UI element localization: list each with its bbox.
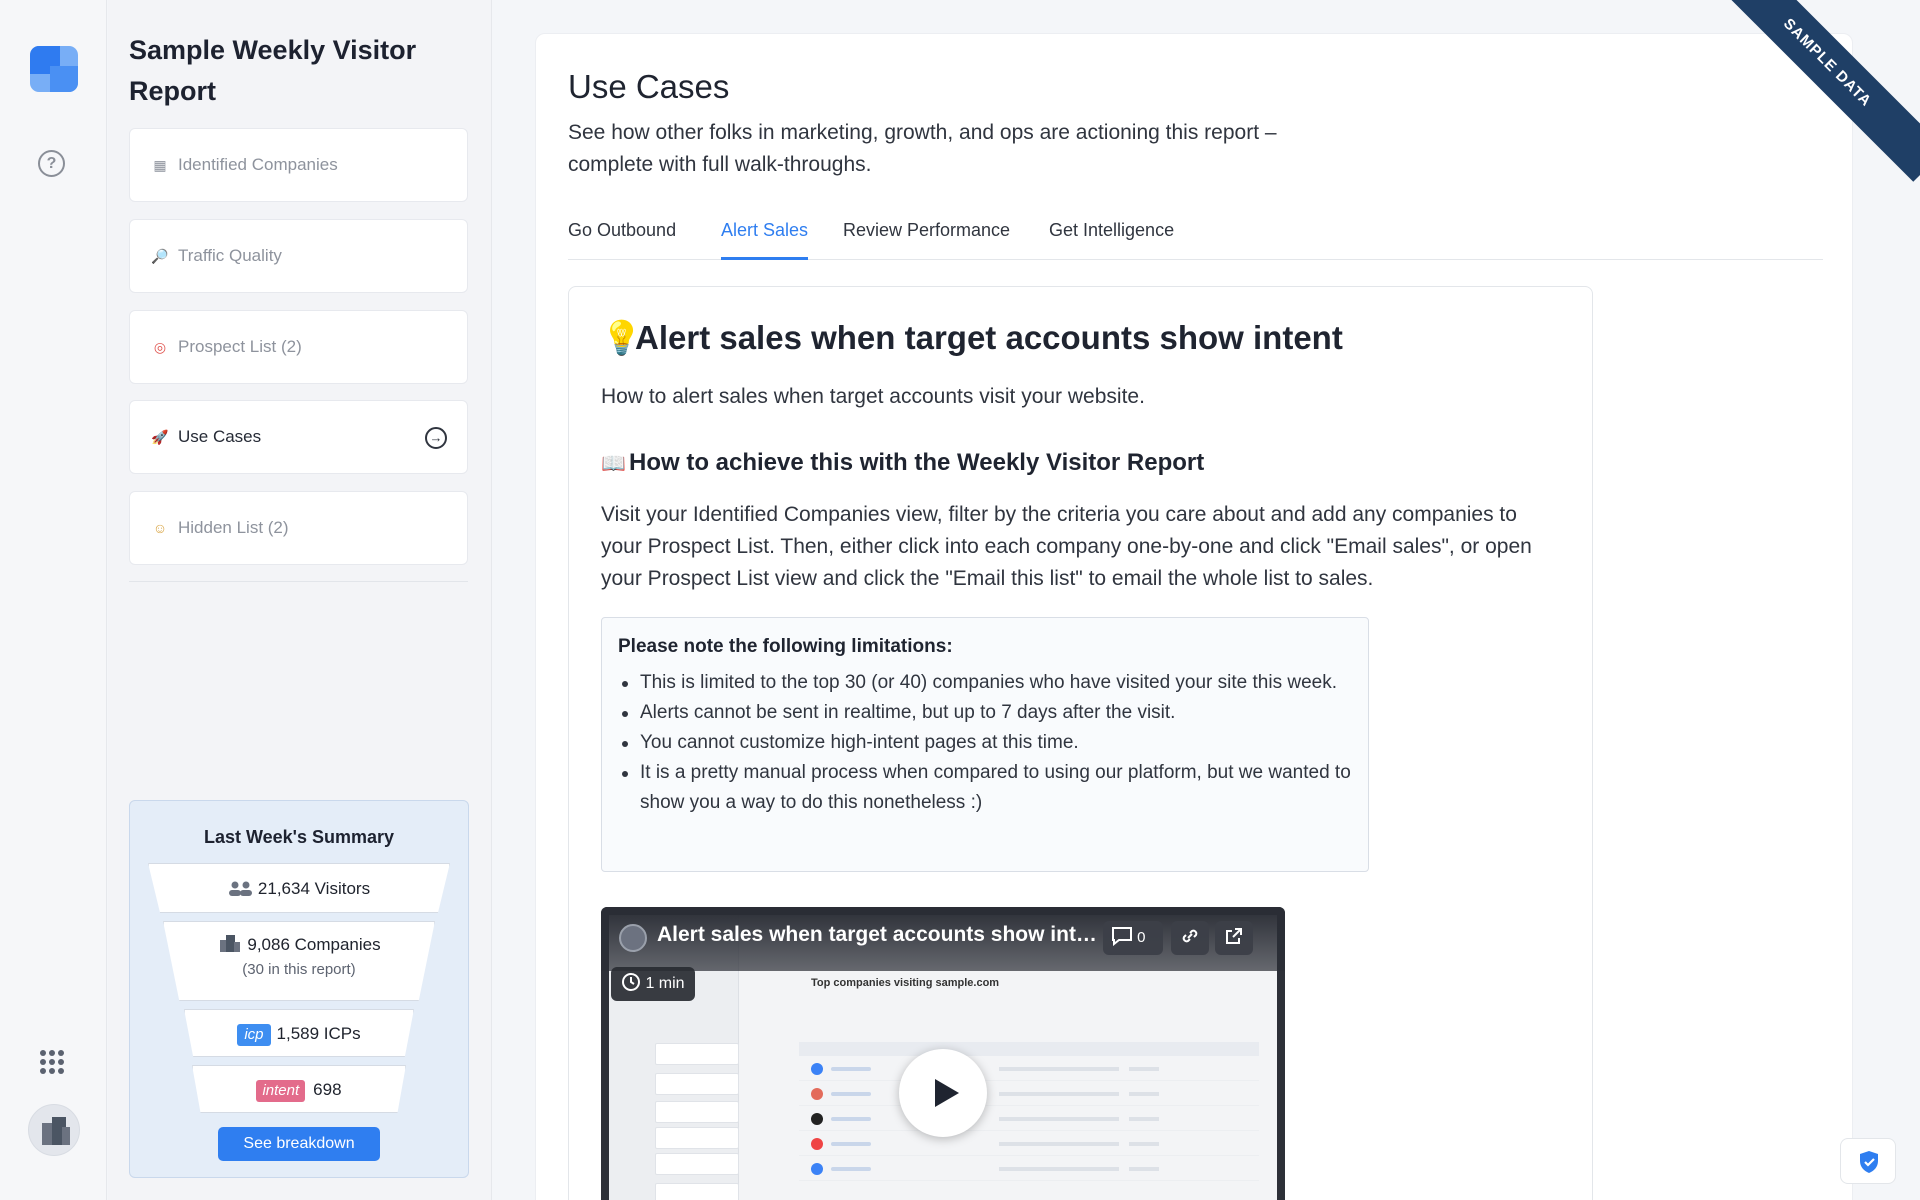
- tab-get-intelligence[interactable]: Get Intelligence: [1049, 220, 1174, 260]
- video-title: Alert sales when target accounts show in…: [657, 923, 1097, 946]
- ghost-icon: ☺: [152, 520, 168, 536]
- nav-label: Hidden List (2): [178, 518, 289, 537]
- apps-grid-icon[interactable]: [40, 1050, 64, 1074]
- video-duration: 1 min: [611, 967, 695, 1001]
- list-item: It is a pretty manual process when compa…: [618, 758, 1352, 818]
- book-icon: 📖: [601, 453, 626, 475]
- link-icon: [1180, 929, 1200, 946]
- companies-count: 9,086 Companies: [247, 935, 381, 954]
- nav-prospect-list[interactable]: ◎ Prospect List (2): [129, 310, 468, 384]
- duration-label: 1 min: [645, 975, 685, 992]
- nav-label: Traffic Quality: [178, 246, 282, 265]
- nav-use-cases[interactable]: 🚀 Use Cases →: [129, 400, 468, 474]
- use-case-title: 💡Alert sales when target accounts show i…: [601, 319, 1343, 358]
- use-case-title-text: Alert sales when target accounts show in…: [635, 319, 1343, 356]
- page-title: Use Cases: [568, 68, 730, 105]
- how-to-heading-text: How to achieve this with the Weekly Visi…: [629, 449, 1205, 476]
- summary-title: Last Week's Summary: [203, 827, 395, 847]
- app-logo[interactable]: [30, 46, 78, 92]
- open-external-button[interactable]: [1215, 921, 1253, 955]
- play-icon: [935, 1079, 959, 1107]
- magnifier-icon: 🔎: [151, 247, 169, 264]
- nav-hidden-list[interactable]: ☺ Hidden List (2): [129, 491, 468, 565]
- nav-traffic-quality[interactable]: 🔎 Traffic Quality: [129, 219, 468, 293]
- app-rail: ?: [0, 0, 107, 1200]
- rocket-icon: 🚀: [151, 428, 169, 445]
- use-case-tabs: Go Outbound Alert Sales Review Performan…: [568, 220, 1823, 260]
- use-case-description: How to alert sales when target accounts …: [601, 385, 1145, 408]
- funnel-intent: intent 698: [192, 1065, 406, 1113]
- nav-label: Identified Companies: [178, 155, 338, 174]
- tab-go-outbound[interactable]: Go Outbound: [568, 220, 676, 260]
- play-button[interactable]: [899, 1049, 987, 1137]
- page-description: See how other folks in marketing, growth…: [568, 121, 1277, 176]
- funnel-visitors: 21,634 Visitors: [148, 863, 450, 913]
- how-to-body: Visit your Identified Companies view, fi…: [601, 503, 1532, 590]
- limitations-note: Please note the following limitations: T…: [601, 617, 1369, 872]
- help-icon[interactable]: ?: [38, 150, 65, 177]
- weekly-summary-panel: Last Week's Summary 21,634 Visitors 9,08…: [129, 800, 469, 1178]
- arrow-right-circle-icon: →: [425, 427, 447, 449]
- intent-badge: intent: [256, 1080, 306, 1102]
- comment-count: 0: [1137, 929, 1146, 946]
- visitors-count: 21,634 Visitors: [257, 879, 371, 898]
- presenter-avatar: [619, 924, 647, 952]
- security-badge[interactable]: [1840, 1138, 1896, 1184]
- lightbulb-icon: 💡: [601, 319, 643, 356]
- tab-alert-sales[interactable]: Alert Sales: [721, 220, 809, 260]
- list-item: Alerts cannot be sent in realtime, but u…: [618, 698, 1352, 728]
- link-button[interactable]: [1171, 921, 1209, 955]
- comments-button[interactable]: 0: [1103, 921, 1163, 955]
- clock-icon: [621, 973, 645, 992]
- limitations-list: This is limited to the top 30 (or 40) co…: [618, 668, 1352, 818]
- walkthrough-video[interactable]: Top companies visiting sample.com Alert …: [601, 907, 1285, 1200]
- funnel-icps: icp 1,589 ICPs: [184, 1009, 414, 1057]
- report-sidebar: Sample Weekly Visitor Report ▦ Identifie…: [108, 0, 492, 1200]
- tab-review-performance[interactable]: Review Performance: [843, 220, 1010, 260]
- report-title: Sample Weekly Visitor Report: [129, 35, 417, 106]
- nav-identified-companies[interactable]: ▦ Identified Companies: [129, 128, 468, 202]
- list-item: This is limited to the top 30 (or 40) co…: [618, 668, 1352, 698]
- use-case-card: 💡Alert sales when target accounts show i…: [568, 286, 1593, 1200]
- external-link-icon: [1224, 928, 1244, 946]
- people-icon: [228, 866, 254, 896]
- main-content: Use Cases See how other folks in marketi…: [535, 33, 1853, 1200]
- icps-count: 1,589 ICPs: [276, 1024, 361, 1043]
- list-item: You cannot customize high-intent pages a…: [618, 728, 1352, 758]
- comment-icon: [1111, 927, 1137, 947]
- company-avatar[interactable]: [28, 1104, 80, 1156]
- nav-label: Use Cases: [178, 427, 262, 446]
- sidebar-divider: [129, 581, 468, 582]
- funnel-companies: 9,086 Companies (30 in this report): [163, 921, 435, 1001]
- thumbnail-heading: Top companies visiting sample.com: [811, 977, 1000, 989]
- building-icon: ▦: [153, 156, 167, 173]
- intent-count: 698: [313, 1080, 342, 1099]
- icp-badge: icp: [237, 1024, 271, 1046]
- nav-label: Prospect List (2): [178, 337, 302, 356]
- buildings-icon: [217, 934, 243, 952]
- companies-in-report: (30 in this report): [242, 961, 356, 978]
- see-breakdown-button[interactable]: See breakdown: [218, 1127, 380, 1161]
- limitations-title: Please note the following limitations:: [618, 636, 953, 657]
- how-to-heading: 📖 How to achieve this with the Weekly Vis…: [601, 449, 1204, 477]
- target-icon: ◎: [153, 338, 167, 355]
- shield-check-icon: [1860, 1151, 1878, 1173]
